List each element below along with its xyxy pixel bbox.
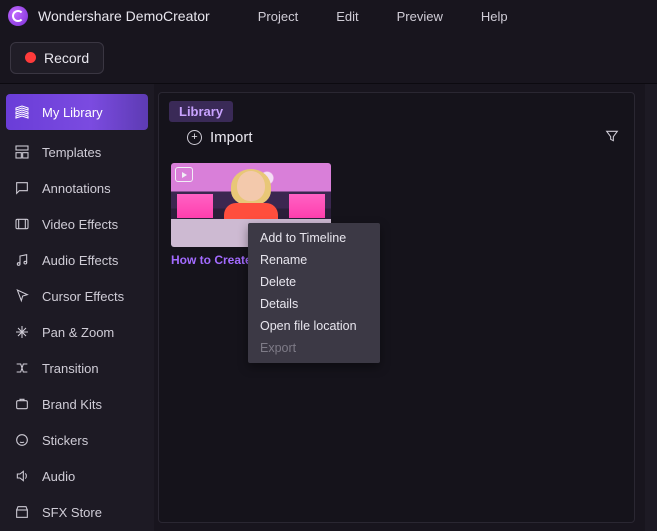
toolbar: Record (0, 32, 657, 84)
app-title: Wondershare DemoCreator (38, 8, 210, 24)
sidebar-item-label: Cursor Effects (42, 289, 124, 304)
sidebar-item-audio-effects[interactable]: Audio Effects (0, 242, 154, 278)
media-clip-title: How to Create (171, 253, 256, 267)
sidebar-item-label: Pan & Zoom (42, 325, 114, 340)
menu-preview[interactable]: Preview (397, 9, 443, 24)
sfx-store-icon (14, 504, 30, 520)
sidebar-item-templates[interactable]: Templates (0, 134, 154, 170)
sidebar-item-annotations[interactable]: Annotations (0, 170, 154, 206)
library-panel: Library + Import How to Create (158, 92, 635, 523)
stickers-icon (14, 432, 30, 448)
filter-icon[interactable] (604, 128, 620, 147)
sidebar-item-video-effects[interactable]: Video Effects (0, 206, 154, 242)
plus-circle-icon: + (187, 130, 202, 145)
sidebar-item-label: Audio (42, 469, 75, 484)
templates-icon (14, 144, 30, 160)
ctx-delete[interactable]: Delete (248, 271, 380, 293)
sidebar-item-stickers[interactable]: Stickers (0, 422, 154, 458)
video-badge-icon (175, 167, 193, 182)
import-row: + Import (159, 122, 634, 155)
menu-edit[interactable]: Edit (336, 9, 358, 24)
sidebar-item-audio[interactable]: Audio (0, 458, 154, 494)
ctx-rename[interactable]: Rename (248, 249, 380, 271)
pan-zoom-icon (14, 324, 30, 340)
ctx-details[interactable]: Details (248, 293, 380, 315)
menu-project[interactable]: Project (258, 9, 298, 24)
panel-tabs: Library (159, 93, 634, 122)
main-split: My Library Templates Annotations Video E… (0, 84, 657, 531)
import-button[interactable]: + Import (187, 129, 253, 146)
sidebar-item-label: Annotations (42, 181, 111, 196)
menu-help[interactable]: Help (481, 9, 508, 24)
sidebar-item-brand-kits[interactable]: Brand Kits (0, 386, 154, 422)
record-dot-icon (25, 52, 36, 63)
sidebar-item-label: Templates (42, 145, 101, 160)
sidebar-item-my-library[interactable]: My Library (6, 94, 148, 130)
ctx-export: Export (248, 337, 380, 359)
ctx-open-file-location[interactable]: Open file location (248, 315, 380, 337)
record-button-label: Record (44, 50, 89, 66)
sidebar-item-pan-zoom[interactable]: Pan & Zoom (0, 314, 154, 350)
sidebar-item-label: Transition (42, 361, 99, 376)
menu-bar: Wondershare DemoCreator Project Edit Pre… (0, 0, 657, 32)
sidebar-item-label: Audio Effects (42, 253, 118, 268)
import-label: Import (210, 129, 253, 146)
ctx-add-to-timeline[interactable]: Add to Timeline (248, 227, 380, 249)
sidebar-item-label: Brand Kits (42, 397, 102, 412)
menu-items: Project Edit Preview Help (258, 9, 508, 24)
cursor-effects-icon (14, 288, 30, 304)
video-effects-icon (14, 216, 30, 232)
sidebar-item-transition[interactable]: Transition (0, 350, 154, 386)
audio-effects-icon (14, 252, 30, 268)
sidebar-item-label: Stickers (42, 433, 88, 448)
tab-library[interactable]: Library (169, 101, 233, 122)
app-logo-icon (8, 6, 28, 26)
audio-icon (14, 468, 30, 484)
brand-kits-icon (14, 396, 30, 412)
transition-icon (14, 360, 30, 376)
sidebar-item-sfx-store[interactable]: SFX Store (0, 494, 154, 530)
library-icon (14, 104, 30, 120)
sidebar-item-label: My Library (42, 105, 103, 120)
context-menu: Add to Timeline Rename Delete Details Op… (248, 223, 380, 363)
sidebar-item-label: Video Effects (42, 217, 118, 232)
record-button[interactable]: Record (10, 42, 104, 74)
sidebar-item-label: SFX Store (42, 505, 102, 520)
media-grid: How to Create Add to Timeline Rename Del… (159, 155, 634, 275)
annotations-icon (14, 180, 30, 196)
sidebar-item-cursor-effects[interactable]: Cursor Effects (0, 278, 154, 314)
right-gutter (645, 84, 657, 531)
sidebar: My Library Templates Annotations Video E… (0, 84, 154, 531)
